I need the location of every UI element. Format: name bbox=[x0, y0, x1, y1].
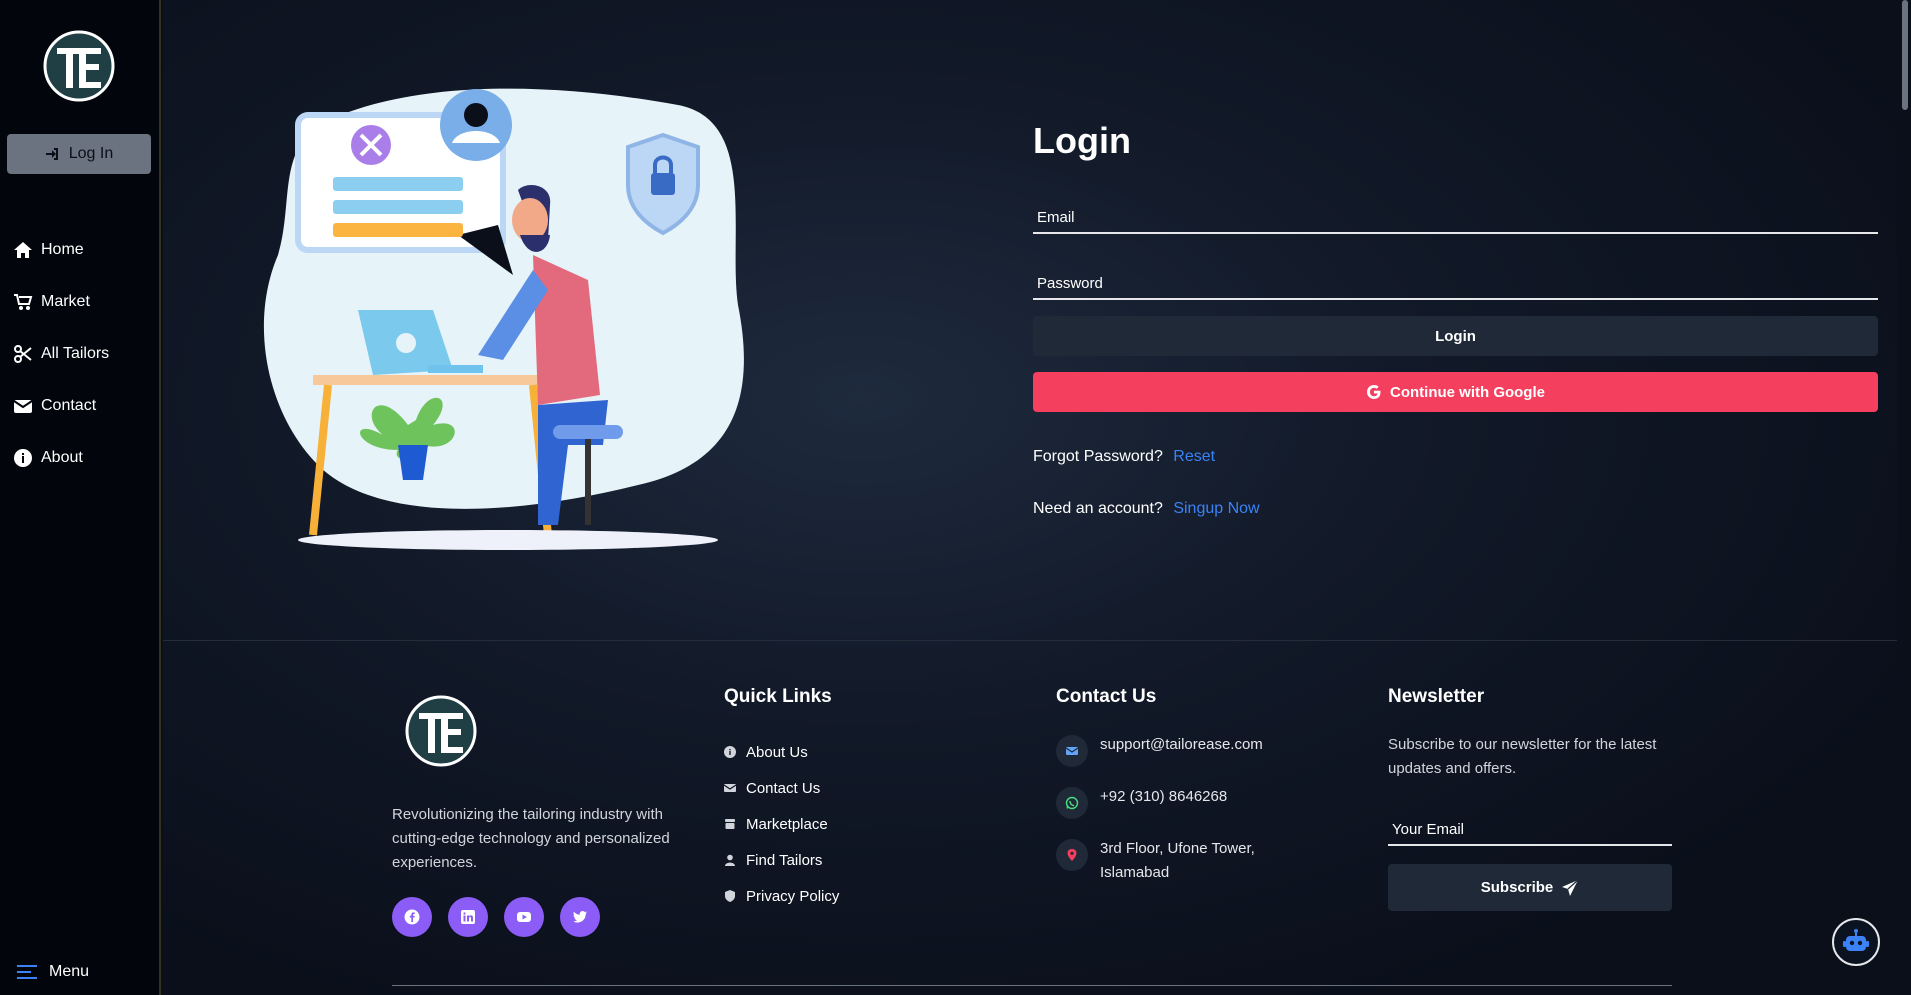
subscribe-button[interactable]: Subscribe bbox=[1388, 864, 1672, 911]
email-field[interactable]: Email bbox=[1033, 190, 1878, 234]
youtube-icon bbox=[517, 912, 531, 922]
newsletter-placeholder: Your Email bbox=[1392, 821, 1464, 838]
google-icon bbox=[1367, 385, 1381, 399]
login-button-label: Login bbox=[1435, 327, 1476, 345]
main-content: Login Email Password Login Continue with… bbox=[163, 0, 1911, 995]
linkedin-icon bbox=[461, 910, 475, 924]
store-icon bbox=[725, 819, 735, 829]
chatbot-button[interactable] bbox=[1832, 918, 1880, 966]
youtube-link[interactable] bbox=[504, 897, 544, 937]
need-account-text: Need an account? bbox=[1033, 500, 1163, 517]
forgot-password-row: Forgot Password? Reset bbox=[1033, 448, 1878, 466]
shield-icon bbox=[725, 890, 735, 902]
sidebar-item-contact[interactable]: Contact bbox=[13, 380, 109, 432]
signup-link[interactable]: Singup Now bbox=[1173, 500, 1259, 517]
envelope-icon bbox=[724, 784, 736, 792]
newsletter-description: Subscribe to our newsletter for the late… bbox=[1388, 736, 1657, 777]
password-placeholder: Password bbox=[1037, 275, 1103, 292]
menu-toggle[interactable]: Menu bbox=[17, 963, 89, 981]
address-line-2: Islamabad bbox=[1100, 864, 1170, 881]
email-placeholder: Email bbox=[1037, 209, 1075, 226]
linkedin-link[interactable] bbox=[448, 897, 488, 937]
robot-icon bbox=[1843, 929, 1869, 951]
cart-icon bbox=[14, 294, 33, 310]
sidebar-login-button[interactable]: Log In bbox=[7, 134, 151, 174]
login-illustration bbox=[263, 88, 744, 550]
twitter-icon bbox=[573, 911, 587, 923]
whatsapp-icon bbox=[1056, 787, 1088, 819]
app-root: Log In Home Market All Tailors Contact A… bbox=[0, 0, 1911, 995]
quick-links-title: Quick Links bbox=[724, 686, 832, 707]
sidebar: Log In Home Market All Tailors Contact A… bbox=[0, 0, 161, 995]
reset-link[interactable]: Reset bbox=[1173, 448, 1215, 465]
sidebar-item-label: Home bbox=[41, 241, 84, 258]
contact-email-text: support@tailorease.com bbox=[1100, 736, 1263, 753]
sidebar-login-label: Log In bbox=[68, 145, 114, 162]
envelope-icon bbox=[1056, 735, 1088, 767]
envelope-icon bbox=[13, 400, 33, 413]
info-icon bbox=[14, 449, 32, 467]
signup-row: Need an account? Singup Now bbox=[1033, 500, 1878, 518]
quick-link-marketplace[interactable]: Marketplace bbox=[724, 806, 839, 842]
footer-logo-icon bbox=[405, 695, 477, 767]
sidebar-item-label: About bbox=[41, 449, 83, 466]
menu-icon bbox=[17, 965, 37, 979]
footer-bottom-divider bbox=[392, 985, 1672, 986]
sidebar-item-all-tailors[interactable]: All Tailors bbox=[13, 328, 109, 380]
sidebar-item-label: Market bbox=[41, 293, 90, 310]
footer-divider bbox=[163, 640, 1897, 641]
subscribe-label: Subscribe bbox=[1480, 879, 1554, 896]
contact-phone[interactable]: +92 (310) 8646268 bbox=[1056, 785, 1263, 819]
twitter-link[interactable] bbox=[560, 897, 600, 937]
social-links bbox=[392, 897, 600, 937]
scrollbar-thumb[interactable] bbox=[1902, 0, 1908, 110]
facebook-icon bbox=[404, 909, 420, 925]
sidebar-item-label: Contact bbox=[41, 397, 97, 414]
location-pin-icon bbox=[1056, 839, 1088, 871]
google-button-label: Continue with Google bbox=[1390, 383, 1545, 401]
facebook-link[interactable] bbox=[392, 897, 432, 937]
contact-address-text: 3rd Floor, Ufone Tower, Islamabad bbox=[1100, 837, 1255, 885]
paper-plane-icon bbox=[1562, 879, 1579, 896]
newsletter-title: Newsletter bbox=[1388, 686, 1485, 707]
sidebar-nav: Home Market All Tailors Contact About bbox=[13, 224, 109, 484]
user-icon bbox=[725, 854, 735, 866]
login-button[interactable]: Login bbox=[1033, 316, 1878, 356]
info-icon bbox=[724, 746, 736, 758]
sidebar-item-about[interactable]: About bbox=[13, 432, 109, 484]
quick-link-label: Find Tailors bbox=[746, 851, 823, 869]
menu-label: Menu bbox=[49, 963, 90, 980]
contact-address: 3rd Floor, Ufone Tower, Islamabad bbox=[1056, 837, 1263, 885]
contact-email[interactable]: support@tailorease.com bbox=[1056, 733, 1263, 767]
quick-link-privacy-policy[interactable]: Privacy Policy bbox=[724, 878, 839, 914]
contact-list: support@tailorease.com +92 (310) 8646268… bbox=[1056, 733, 1263, 903]
quick-link-label: Contact Us bbox=[746, 779, 821, 797]
footer-description: Revolutionizing the tailoring industry w… bbox=[392, 806, 670, 871]
quick-link-label: Marketplace bbox=[746, 815, 828, 833]
contact-us-title: Contact Us bbox=[1056, 686, 1157, 707]
address-line-1: 3rd Floor, Ufone Tower, bbox=[1100, 840, 1255, 857]
quick-link-contact-us[interactable]: Contact Us bbox=[724, 770, 839, 806]
quick-links-list: About Us Contact Us Marketplace Find Tai… bbox=[724, 734, 839, 914]
login-title: Login bbox=[1033, 120, 1131, 161]
scrollbar[interactable] bbox=[1897, 0, 1911, 995]
scissors-icon bbox=[14, 345, 32, 363]
google-login-button[interactable]: Continue with Google bbox=[1033, 372, 1878, 412]
quick-link-label: About Us bbox=[746, 743, 808, 761]
logo-icon[interactable] bbox=[43, 30, 115, 102]
contact-phone-text: +92 (310) 8646268 bbox=[1100, 788, 1228, 805]
sidebar-item-label: All Tailors bbox=[41, 345, 110, 362]
password-field[interactable]: Password bbox=[1033, 256, 1878, 300]
sidebar-item-market[interactable]: Market bbox=[13, 276, 109, 328]
home-icon bbox=[14, 242, 32, 258]
sign-in-icon bbox=[45, 148, 58, 160]
newsletter-email-input[interactable]: Your Email bbox=[1388, 810, 1672, 846]
login-form: Login Email Password Login Continue with… bbox=[1033, 120, 1878, 518]
quick-link-about-us[interactable]: About Us bbox=[724, 734, 839, 770]
quick-link-find-tailors[interactable]: Find Tailors bbox=[724, 842, 839, 878]
sidebar-item-home[interactable]: Home bbox=[13, 224, 109, 276]
quick-link-label: Privacy Policy bbox=[746, 887, 840, 905]
forgot-password-text: Forgot Password? bbox=[1033, 448, 1163, 465]
